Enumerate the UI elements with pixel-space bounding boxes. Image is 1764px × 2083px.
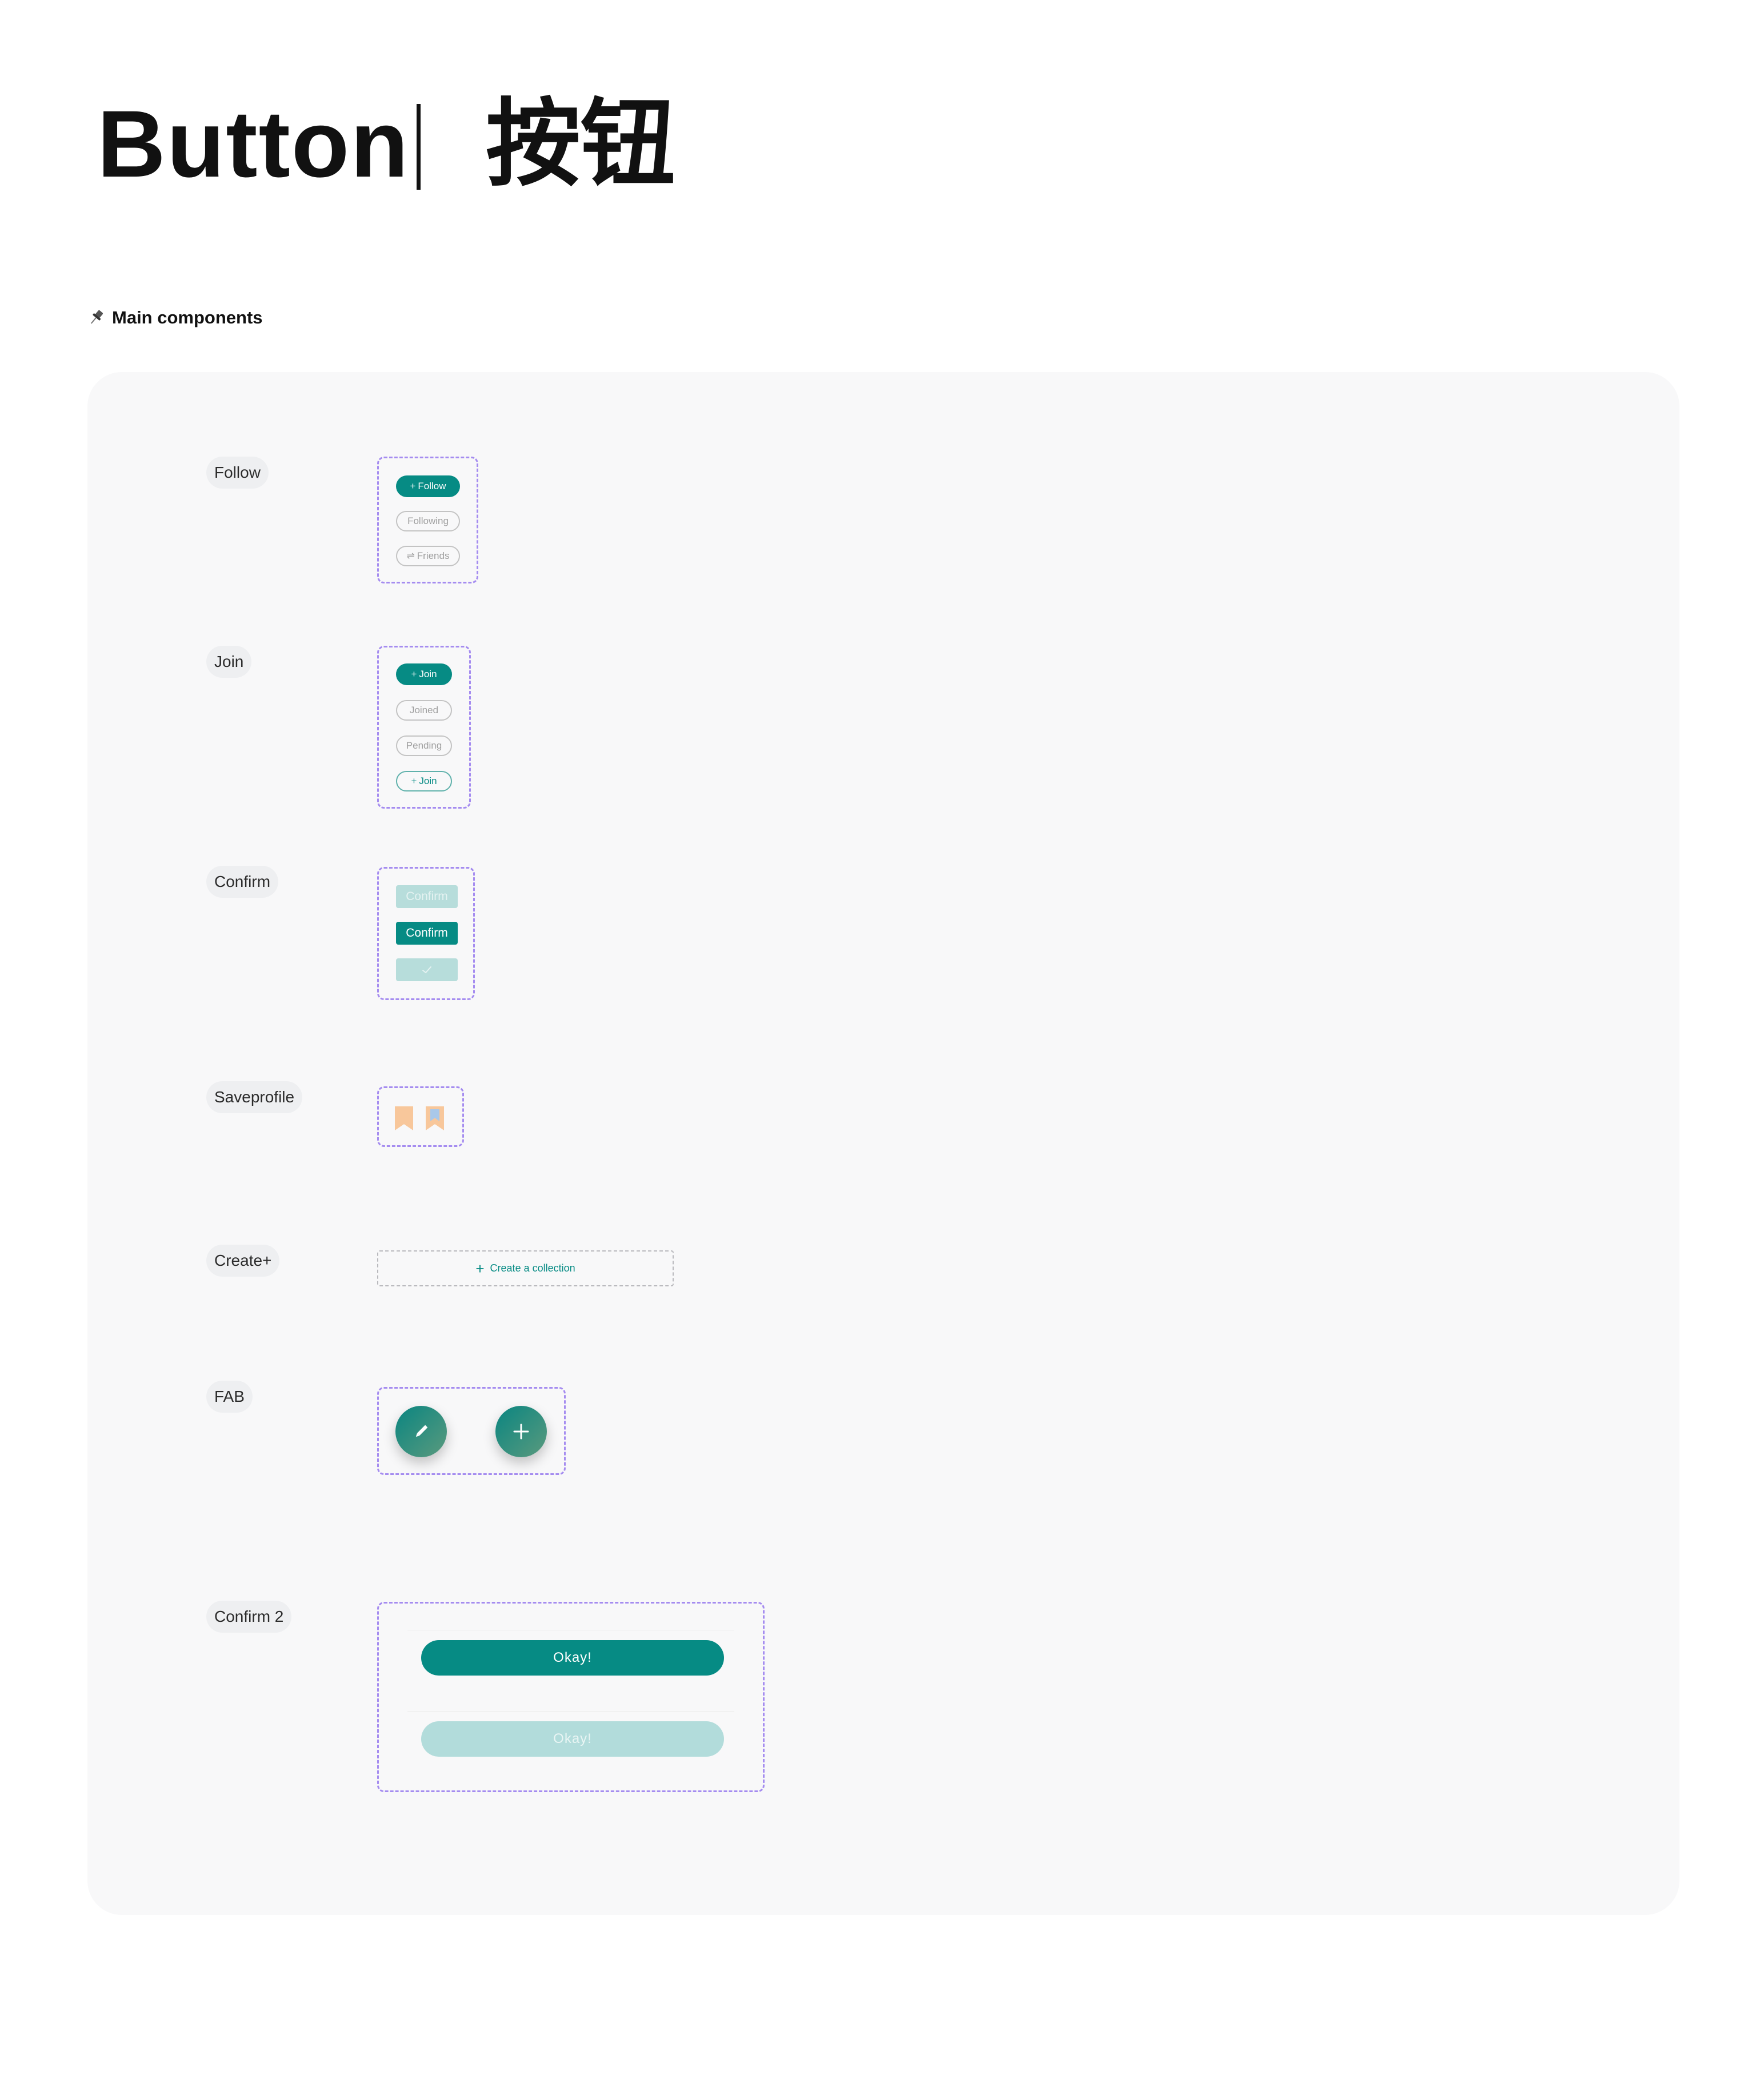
bookmark-icon[interactable] (395, 1106, 413, 1130)
row-label-follow: Follow (206, 457, 269, 489)
section-label: Main components (112, 307, 263, 327)
section-heading: Main components (87, 307, 263, 328)
join-button-label: Join (419, 669, 437, 679)
okay-button[interactable]: Okay! (421, 1640, 724, 1676)
join-outline-button[interactable]: + Join (396, 771, 452, 791)
following-button-label: Following (407, 515, 449, 526)
page-title-chinese: 按钮 (486, 89, 675, 199)
swap-arrows-icon: ⇌ (406, 550, 415, 561)
join-outline-button-label: Join (419, 775, 437, 786)
follow-button[interactable]: + Follow (396, 475, 460, 497)
confirm-button-disabled[interactable]: Confirm (396, 885, 458, 908)
pushpin-icon (90, 310, 103, 324)
friends-button[interactable]: ⇌ Friends (396, 546, 460, 566)
edit-fab[interactable] (395, 1406, 447, 1457)
plus-icon: + (410, 481, 416, 491)
join-variants-frame: + Join Joined Pending + Join (377, 646, 471, 809)
confirm-label: Confirm (406, 926, 448, 939)
join-button[interactable]: + Join (396, 663, 452, 685)
plus-icon: + (411, 775, 417, 786)
row-label-create: Create+ (206, 1245, 280, 1277)
confirm-button[interactable]: Confirm (396, 922, 458, 945)
create-collection-label: Create a collection (490, 1262, 575, 1274)
plus-icon (513, 1424, 529, 1440)
add-fab[interactable] (495, 1406, 547, 1457)
joined-button-label: Joined (409, 705, 439, 715)
okay-button-label: Okay! (553, 1650, 592, 1665)
pencil-icon (415, 1425, 428, 1437)
follow-variants-frame: + Follow Following ⇌ Friends (377, 457, 478, 583)
follow-button-label: Follow (418, 481, 446, 491)
confirm-variants-frame: Confirm Confirm (377, 867, 475, 1000)
confirm2-variants-frame: Okay! Okay! (377, 1602, 765, 1792)
row-label-confirm-2: Confirm 2 (206, 1601, 292, 1633)
saveprofile-variants-frame (377, 1086, 464, 1147)
pending-button-label: Pending (406, 740, 442, 751)
row-label-saveprofile: Saveprofile (206, 1081, 303, 1113)
confirm-button-loading[interactable] (396, 958, 458, 981)
row-label-confirm: Confirm (206, 866, 279, 898)
divider (407, 1711, 734, 1712)
row-label-join: Join (206, 646, 252, 678)
joined-button[interactable]: Joined (396, 700, 452, 721)
fab-variants-frame (377, 1387, 566, 1475)
bookmark-saved-icon[interactable] (426, 1106, 444, 1130)
pending-button[interactable]: Pending (396, 735, 452, 756)
friends-button-label: Friends (417, 550, 450, 561)
plus-icon: + (475, 1260, 485, 1277)
components-panel: Follow + Follow Following ⇌ Friends Join… (87, 372, 1679, 1915)
row-label-fab: FAB (206, 1381, 253, 1413)
check-icon (422, 966, 431, 974)
confirm-disabled-label: Confirm (406, 890, 448, 903)
title-divider (417, 104, 421, 190)
okay-button-disabled-label: Okay! (553, 1731, 592, 1746)
plus-icon: + (411, 669, 417, 679)
okay-button-disabled[interactable]: Okay! (421, 1721, 724, 1757)
following-button[interactable]: Following (396, 511, 460, 531)
create-collection-button[interactable]: + Create a collection (377, 1250, 674, 1286)
page-title: Button (97, 91, 410, 197)
